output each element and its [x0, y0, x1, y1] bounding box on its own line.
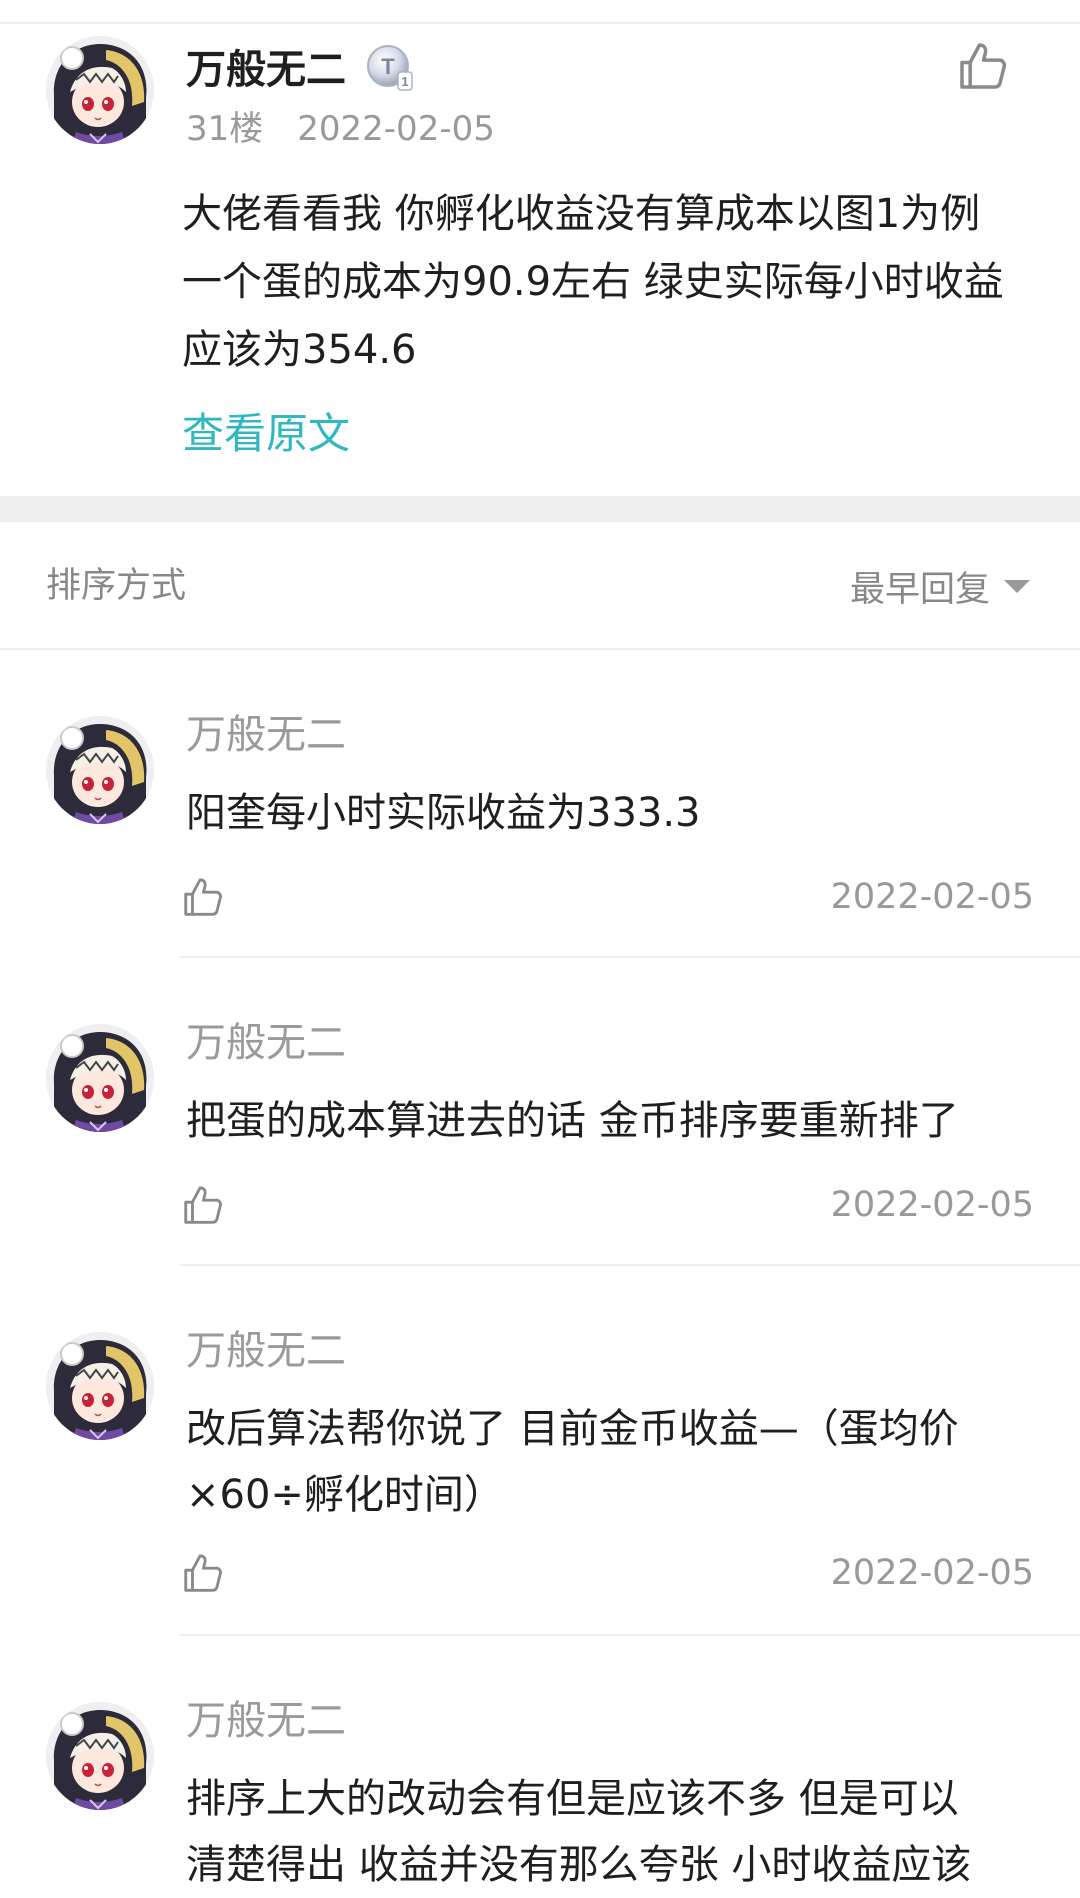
view-original-link[interactable]: 查看原文: [182, 404, 350, 464]
reply-item: 万般无二 阳奎每小时实际收益为333.3 2022-02-05: [0, 650, 1080, 958]
section-gap: [0, 496, 1080, 522]
reply-text: 改后算法帮你说了 目前金币收益—（蛋均价 ×60÷孵化时间）: [186, 1406, 959, 1518]
avatar[interactable]: [46, 1332, 154, 1440]
reply-item: 万般无二 改后算法帮你说了 目前金币收益—（蛋均价 ×60÷孵化时间） 2022…: [0, 1266, 1080, 1636]
reply-username[interactable]: 万般无二: [186, 1322, 346, 1380]
sort-dropdown[interactable]: 最早回复: [850, 562, 1030, 610]
sort-selected-value: 最早回复: [849, 569, 990, 610]
avatar[interactable]: [46, 1024, 154, 1132]
post-date: 2022-02-05: [297, 109, 495, 149]
reply-item: 万般无二 排序上大的改动会有但是应该不多 但是可以 清楚得出 收益并没有那么夸张…: [0, 1636, 1080, 1893]
level-badge-icon: T 1: [364, 42, 416, 94]
main-post: 万般无二 T 1 31楼 2022-02-05 大佬看看我 你孵化收益没有算成本以…: [0, 24, 1080, 496]
reply-text: 阳奎每小时实际收益为333.3: [186, 790, 701, 836]
thumbs-up-icon[interactable]: [180, 1550, 226, 1596]
reply-username[interactable]: 万般无二: [186, 1692, 346, 1750]
sort-bar: 排序方式 最早回复: [0, 522, 1080, 650]
avatar[interactable]: [46, 1702, 154, 1810]
reply-username[interactable]: 万般无二: [186, 1014, 346, 1072]
reply-date: 2022-02-05: [830, 877, 1034, 917]
reply-item: 万般无二 把蛋的成本算进去的话 金币排序要重新排了 2022-02-05: [0, 958, 1080, 1266]
avatar[interactable]: [46, 36, 154, 144]
reply-username[interactable]: 万般无二: [186, 706, 346, 764]
reply-text: 把蛋的成本算进去的话 金币排序要重新排了: [186, 1098, 959, 1144]
svg-text:1: 1: [401, 74, 408, 89]
floor-number: 31楼: [186, 109, 264, 149]
avatar[interactable]: [46, 716, 154, 824]
post-meta: 31楼 2022-02-05: [186, 104, 495, 154]
svg-text:T: T: [381, 54, 395, 79]
chevron-down-icon: [1004, 579, 1030, 593]
reply-date: 2022-02-05: [830, 1185, 1034, 1225]
thumbs-up-icon[interactable]: [955, 38, 1011, 94]
post-username[interactable]: 万般无二: [186, 42, 346, 98]
reply-date: 2022-02-05: [830, 1553, 1034, 1593]
post-content: 大佬看看我 你孵化收益没有算成本以图1为例 一个蛋的成本为90.9左右 绿史实际…: [182, 191, 1004, 373]
reply-text: 排序上大的改动会有但是应该不多 但是可以 清楚得出 收益并没有那么夸张 小时收益…: [186, 1776, 972, 1888]
thumbs-up-icon[interactable]: [180, 1182, 226, 1228]
sort-label: 排序方式: [46, 566, 187, 606]
thumbs-up-icon[interactable]: [180, 874, 226, 920]
